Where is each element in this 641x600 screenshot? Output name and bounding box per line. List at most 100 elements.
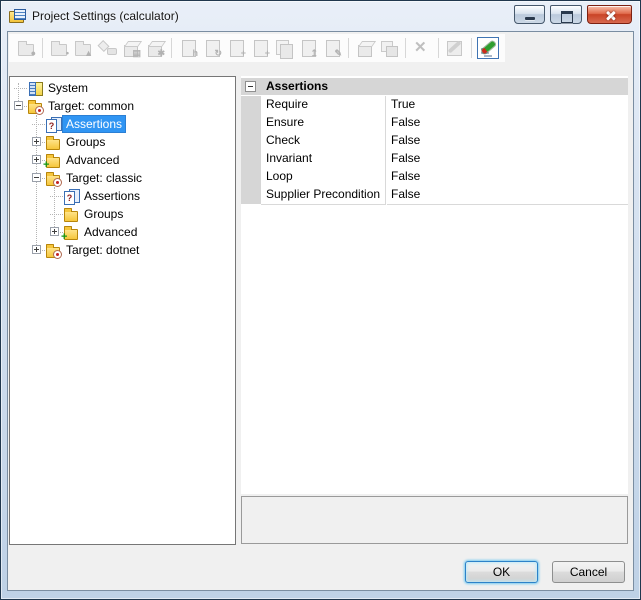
property-name: Supplier Precondition xyxy=(261,186,386,205)
target-icon xyxy=(27,98,43,114)
tree-item-label: Assertions xyxy=(81,188,143,204)
toolbar-cube-add-button xyxy=(378,37,400,59)
tree-item-label: Groups xyxy=(63,134,108,150)
toolbar-page-refresh-button: ↻ xyxy=(201,37,223,59)
tree-item-advanced[interactable]: Advanced xyxy=(10,223,235,241)
toolbar-package-gear-button: ✱ xyxy=(144,37,166,59)
settings-tree: SystemTarget: commonAssertionsGroupsAdva… xyxy=(9,76,236,545)
tree-item-advanced[interactable]: Advanced xyxy=(10,151,235,169)
property-name: Ensure xyxy=(261,114,386,133)
package-gear-overlay-glyph: ✱ xyxy=(157,49,165,58)
tree-item-label: Target: dotnet xyxy=(63,242,142,258)
tree-item-label: Target: common xyxy=(45,98,137,114)
toolbar-separator xyxy=(42,38,43,58)
tree-connector xyxy=(50,214,63,215)
expand-icon[interactable] xyxy=(32,155,41,164)
toolbar-folder-record-button: ● xyxy=(15,37,37,59)
tree-connector xyxy=(32,124,45,125)
property-value[interactable]: False xyxy=(387,186,628,205)
toolbar-edit-mode-button[interactable] xyxy=(477,37,499,59)
toolbar-separator xyxy=(348,38,349,58)
property-row-ensure: EnsureFalse xyxy=(241,114,628,132)
advanced-icon xyxy=(45,152,61,168)
row-gutter xyxy=(241,96,261,114)
assertions-icon xyxy=(45,116,61,132)
property-name: Invariant xyxy=(261,150,386,169)
tree-item-groups[interactable]: Groups xyxy=(10,133,235,151)
grid-section-title: Assertions xyxy=(266,78,328,95)
tree-item-target-dotnet[interactable]: Target: dotnet xyxy=(10,241,235,259)
target-badge xyxy=(53,250,62,259)
target-badge xyxy=(35,106,44,115)
property-value[interactable]: False xyxy=(387,114,628,133)
tree-item-assertions[interactable]: Assertions xyxy=(10,115,235,133)
grid-section-header[interactable]: Assertions xyxy=(241,78,628,96)
description-panel xyxy=(241,496,628,544)
folder-record-overlay-glyph: ● xyxy=(31,49,36,58)
row-gutter xyxy=(241,114,261,132)
toolbar-page-export-button: ↥ xyxy=(297,37,319,59)
advanced-icon xyxy=(63,224,79,240)
page-export-overlay-glyph: ↥ xyxy=(310,49,318,58)
toolbar-cube-button xyxy=(354,37,376,59)
maximize-button[interactable] xyxy=(550,5,582,24)
target-icon xyxy=(45,170,61,186)
toolbar-edit-locked-button xyxy=(444,37,466,59)
tree-item-label: Assertions xyxy=(63,116,125,132)
page-add-2-overlay-glyph: + xyxy=(265,49,270,58)
tree-item-target-common[interactable]: Target: common xyxy=(10,97,235,115)
window-title: Project Settings (calculator) xyxy=(32,9,514,23)
toolbar-link-nodes-button xyxy=(96,37,118,59)
folder-icon xyxy=(45,134,61,150)
tree-item-target-classic[interactable]: Target: classic xyxy=(10,169,235,187)
property-name: Loop xyxy=(261,168,386,187)
property-value[interactable]: True xyxy=(387,96,628,115)
expand-icon[interactable] xyxy=(50,227,59,236)
property-value[interactable]: False xyxy=(387,168,628,187)
collapse-icon[interactable] xyxy=(32,173,41,182)
tree-item-label: Advanced xyxy=(81,224,140,240)
row-gutter xyxy=(241,150,261,168)
footer-button-row: OK Cancel xyxy=(8,561,625,583)
property-value[interactable]: False xyxy=(387,150,628,169)
toolbar-package-button: ▤ xyxy=(120,37,142,59)
expand-icon[interactable] xyxy=(32,137,41,146)
property-grid: Assertions RequireTrueEnsureFalseCheckFa… xyxy=(241,76,628,494)
expand-icon[interactable] xyxy=(32,245,41,254)
tree-item-label: Target: classic xyxy=(63,170,145,186)
folder-shapes-overlay-glyph: ▲ xyxy=(84,49,93,58)
assertions-icon xyxy=(63,188,79,204)
property-name: Check xyxy=(261,132,386,151)
page-edit-overlay-glyph: ✎ xyxy=(334,49,342,58)
toolbar-separator xyxy=(471,38,472,58)
ok-button[interactable]: OK xyxy=(465,561,538,583)
page-h-overlay-glyph: h xyxy=(193,49,199,58)
toolbar-page-add-2-button: + xyxy=(249,37,271,59)
app-icon xyxy=(9,8,25,24)
property-row-check: CheckFalse xyxy=(241,132,628,150)
toolbar-folder-dot-button: • xyxy=(48,37,70,59)
tree-item-assertions[interactable]: Assertions xyxy=(10,187,235,205)
page-add-overlay-glyph: + xyxy=(241,49,246,58)
property-value[interactable]: False xyxy=(387,132,628,151)
toolbar-page-h-button: h xyxy=(177,37,199,59)
tree-item-system[interactable]: System xyxy=(10,79,235,97)
row-gutter xyxy=(241,132,261,150)
close-button[interactable] xyxy=(587,5,632,24)
advanced-badge xyxy=(61,232,67,242)
title-bar: Project Settings (calculator) xyxy=(1,1,640,31)
tree-item-label: Groups xyxy=(81,206,126,222)
page-refresh-overlay-glyph: ↻ xyxy=(214,49,222,58)
cancel-button[interactable]: Cancel xyxy=(552,561,625,583)
minimize-button[interactable] xyxy=(514,5,545,24)
toolbar-separator xyxy=(171,38,172,58)
collapse-section-icon[interactable] xyxy=(245,81,256,92)
property-row-invariant: InvariantFalse xyxy=(241,150,628,168)
property-row-loop: LoopFalse xyxy=(241,168,628,186)
toolbar-folder-shapes-button: ▲ xyxy=(72,37,94,59)
tree-connector xyxy=(50,196,63,197)
collapse-icon[interactable] xyxy=(14,101,23,110)
dialog-client-area: ● • ▲ ▤ ✱ h ↻ + + ↥ ✎ SystemTarget: common Assertio… xyxy=(7,31,634,591)
property-name: Require xyxy=(261,96,386,115)
tree-item-groups[interactable]: Groups xyxy=(10,205,235,223)
